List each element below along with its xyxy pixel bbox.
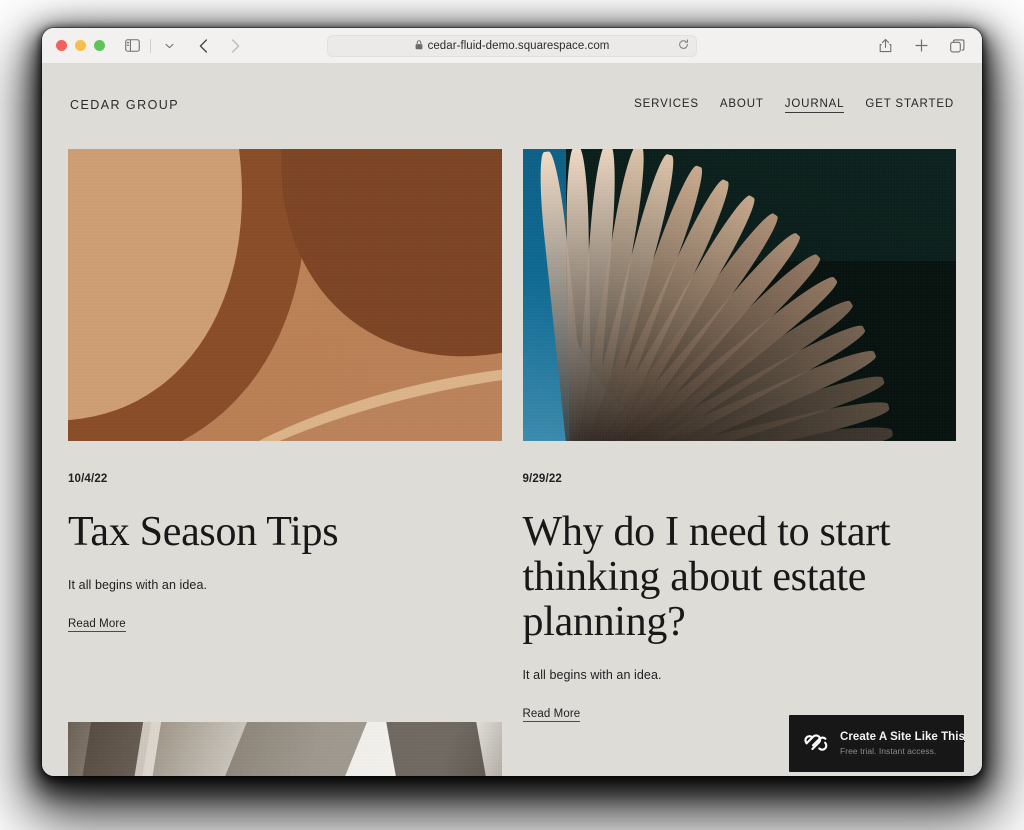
toolbar-divider bbox=[150, 38, 151, 53]
post-excerpt: It all begins with an idea. bbox=[522, 667, 662, 682]
nav-link-get-started[interactable]: GET STARTED bbox=[865, 98, 954, 112]
forward-button[interactable] bbox=[224, 35, 246, 57]
create-site-badge[interactable]: Create A Site Like This Free trial. Inst… bbox=[789, 715, 965, 772]
blog-post-card bbox=[68, 721, 502, 776]
nav-link-about[interactable]: ABOUT bbox=[720, 98, 764, 112]
lock-icon bbox=[415, 37, 423, 55]
chevron-down-icon[interactable] bbox=[158, 35, 180, 57]
navigation-controls bbox=[192, 35, 246, 57]
blog-post-grid: 10/4/22 Tax Season Tips It all begins wi… bbox=[42, 122, 982, 776]
nav-link-services[interactable]: SERVICES bbox=[634, 98, 699, 112]
read-more-link[interactable]: Read More bbox=[522, 708, 581, 722]
thumb-shape bbox=[385, 721, 502, 776]
blog-post-card: 9/29/22 Why do I need to start thinking … bbox=[522, 149, 957, 722]
back-button[interactable] bbox=[192, 35, 214, 57]
reload-icon[interactable] bbox=[678, 37, 689, 55]
post-title[interactable]: Why do I need to start thinking about es… bbox=[523, 510, 957, 645]
browser-window: cedar-fluid-demo.squarespace.com CEDAR G… bbox=[42, 28, 982, 776]
sidebar-toggle-icon[interactable] bbox=[121, 35, 143, 57]
share-icon[interactable] bbox=[874, 35, 896, 57]
badge-title: Create A Site Like This bbox=[840, 731, 965, 743]
badge-subtitle: Free trial. Instant access. bbox=[840, 746, 937, 756]
primary-navigation: SERVICES ABOUT JOURNAL GET STARTED bbox=[634, 98, 954, 113]
squarespace-logo-icon bbox=[803, 731, 829, 756]
site-logo[interactable]: CEDAR GROUP bbox=[70, 98, 179, 112]
post-date: 9/29/22 bbox=[522, 473, 562, 485]
post-title[interactable]: Tax Season Tips bbox=[68, 510, 502, 555]
traffic-lights bbox=[56, 40, 105, 51]
blog-post-card: 10/4/22 Tax Season Tips It all begins wi… bbox=[68, 149, 502, 722]
browser-toolbar: cedar-fluid-demo.squarespace.com bbox=[42, 28, 982, 64]
zoom-window-button[interactable] bbox=[94, 40, 105, 51]
desktop-backdrop: cedar-fluid-demo.squarespace.com CEDAR G… bbox=[0, 0, 1024, 830]
post-excerpt: It all begins with an idea. bbox=[68, 577, 208, 592]
url-text[interactable]: cedar-fluid-demo.squarespace.com bbox=[428, 40, 610, 52]
url-field[interactable]: cedar-fluid-demo.squarespace.com bbox=[327, 34, 697, 57]
close-window-button[interactable] bbox=[56, 40, 67, 51]
post-thumbnail-image[interactable] bbox=[68, 149, 502, 441]
read-more-link[interactable]: Read More bbox=[68, 618, 126, 632]
toolbar-right-actions bbox=[874, 35, 968, 57]
post-thumbnail-image[interactable] bbox=[522, 149, 956, 441]
post-thumbnail-image[interactable] bbox=[68, 721, 502, 776]
post-date: 10/4/22 bbox=[68, 473, 108, 485]
nav-link-journal[interactable]: JOURNAL bbox=[784, 98, 845, 113]
page-viewport: CEDAR GROUP SERVICES ABOUT JOURNAL GET S… bbox=[42, 64, 982, 776]
address-bar[interactable]: cedar-fluid-demo.squarespace.com bbox=[327, 34, 697, 57]
thumb-shape bbox=[129, 721, 367, 776]
sidebar-controls bbox=[121, 35, 180, 57]
tabs-icon[interactable] bbox=[946, 35, 968, 57]
minimize-window-button[interactable] bbox=[75, 40, 86, 51]
site-header: CEDAR GROUP SERVICES ABOUT JOURNAL GET S… bbox=[42, 64, 982, 122]
new-tab-icon[interactable] bbox=[910, 35, 932, 57]
badge-text-block: Create A Site Like This Free trial. Inst… bbox=[840, 731, 965, 756]
